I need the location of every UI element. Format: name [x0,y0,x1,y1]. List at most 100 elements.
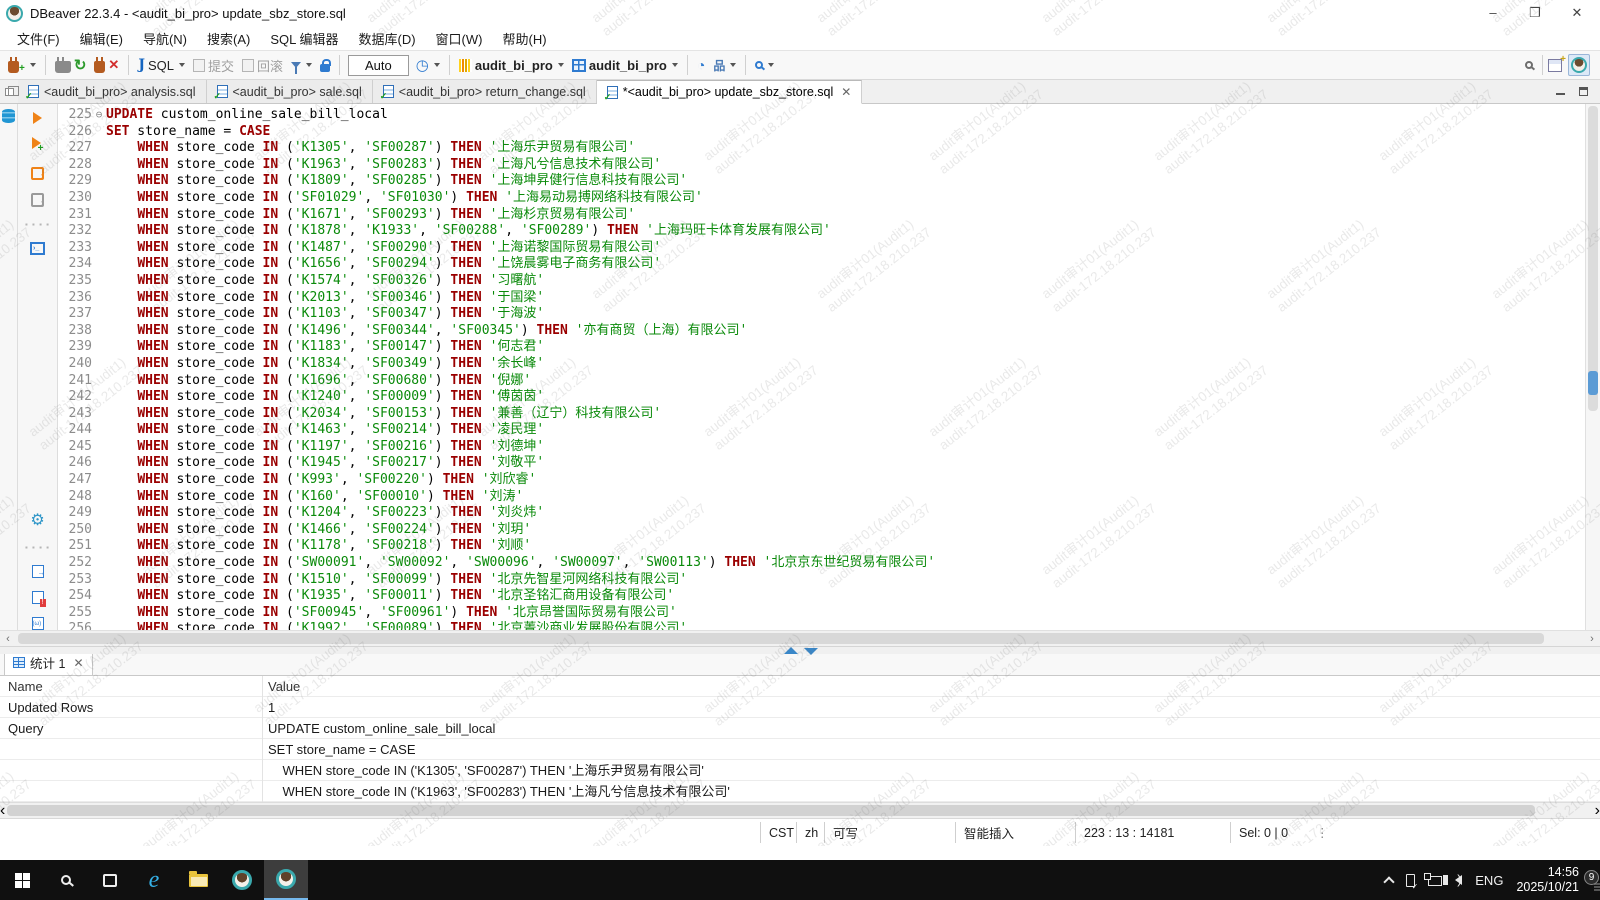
tab-close-icon[interactable]: ✕ [73,656,83,670]
sql-editor-button[interactable]: J SQL [134,54,189,76]
code-line[interactable]: 227 WHEN store_code IN ('K1305', 'SF0028… [58,140,1585,157]
dbeaver-taskbar-button[interactable] [220,860,264,900]
taskbar-clock[interactable]: 14:56 2025/10/21 [1516,865,1579,895]
close-button[interactable]: ✕ [1570,5,1584,21]
dbeaver-perspective-button[interactable] [1568,54,1590,76]
reconnect-button[interactable]: ↻ [70,53,91,77]
code-line[interactable]: 230 WHEN store_code IN ('SF01029', 'SF01… [58,190,1585,207]
lock-button[interactable] [316,56,334,75]
language-indicator[interactable]: ENG [1475,873,1503,888]
code-line[interactable]: 232 WHEN store_code IN ('K1878', 'K1933'… [58,223,1585,240]
code-line[interactable]: 253 WHEN store_code IN ('K1510', 'SF0009… [58,572,1585,589]
code-line[interactable]: 236 WHEN store_code IN ('K2013', 'SF0034… [58,290,1585,307]
menu-sql-editor[interactable]: SQL 编辑器 [261,26,347,51]
scroll-left-arrow[interactable]: ‹ [0,633,16,645]
script-error-icon[interactable] [32,591,44,604]
speaker-icon[interactable] [1455,875,1462,885]
code-line[interactable]: 255 WHEN store_code IN ('SF00945', 'SF00… [58,605,1585,622]
column-header-value[interactable]: Value [262,676,300,696]
dashboard-button[interactable]: ◔ [693,54,709,76]
export-script-icon[interactable] [32,565,44,578]
quick-access-search[interactable] [1521,58,1537,72]
usb-icon[interactable] [1406,874,1415,887]
sql-code-editor[interactable]: 225⊖UPDATE custom_online_sale_bill_local… [58,104,1585,630]
table-row[interactable]: WHEN store_code IN ('K1963', 'SF00283') … [0,781,1600,802]
console-icon[interactable]: ›_ [30,242,45,255]
minimize-button[interactable]: – [1486,5,1500,21]
code-line[interactable]: 240 WHEN store_code IN ('K1834', 'SF0034… [58,356,1585,373]
stats-horizontal-scrollbar[interactable]: ‹ › [0,802,1600,818]
table-row[interactable]: SET store_name = CASE [0,739,1600,760]
scroll-right-arrow[interactable]: › [1595,802,1600,820]
commit-button[interactable]: 提交 [189,53,238,78]
splitter-up-icon[interactable] [784,647,798,654]
code-line[interactable]: 249 WHEN store_code IN ('K1204', 'SF0022… [58,505,1585,522]
status-insert-mode[interactable]: 智能插入 [955,822,1075,843]
execute-new-tab-button[interactable]: + [32,137,44,154]
menu-file[interactable]: 文件(F) [8,26,69,51]
tab-close-icon[interactable]: ✕ [841,85,851,99]
code-line[interactable]: 242 WHEN store_code IN ('K1240', 'SF0000… [58,389,1585,406]
code-line[interactable]: 254 WHEN store_code IN ('K1935', 'SF0001… [58,588,1585,605]
menu-window[interactable]: 窗口(W) [427,26,492,51]
code-line[interactable]: 234 WHEN store_code IN ('K1656', 'SF0029… [58,256,1585,273]
panel-splitter[interactable] [0,646,1600,654]
table-row[interactable]: QueryUPDATE custom_online_sale_bill_loca… [0,718,1600,739]
code-line[interactable]: 239 WHEN store_code IN ('K1183', 'SF0014… [58,339,1585,356]
code-line[interactable]: 252 WHEN store_code IN ('SW00091', 'SW00… [58,555,1585,572]
code-line[interactable]: 235 WHEN store_code IN ('K1574', 'SF0032… [58,273,1585,290]
scroll-right-arrow[interactable]: › [1584,633,1600,645]
tab-update-sbz-store-sql[interactable]: *<audit_bi_pro> update_sbz_store.sql ✕ [597,80,863,104]
maximize-view-icon[interactable] [1579,87,1588,96]
code-line[interactable]: 256 WHEN store_code IN ('K1992', 'SF0008… [58,621,1585,630]
execute-statement-icon[interactable] [33,112,42,124]
disconnect-button[interactable]: ✕ [90,54,123,76]
new-connection-button[interactable]: + [4,54,40,77]
task-view-button[interactable] [88,860,132,900]
status-caret-position[interactable]: 223 : 13 : 14181 [1075,822,1230,843]
code-line[interactable]: 241 WHEN store_code IN ('K1696', 'SF0068… [58,373,1585,390]
connect-button[interactable] [51,55,70,76]
code-line[interactable]: 251 WHEN store_code IN ('K1178', 'SF0021… [58,538,1585,555]
status-writable[interactable]: 可写 [824,822,955,843]
code-line[interactable]: 248 WHEN store_code IN ('K160', 'SF00010… [58,489,1585,506]
explain-plan-icon[interactable] [31,193,44,206]
code-line[interactable]: 243 WHEN store_code IN ('K2034', 'SF0015… [58,406,1585,423]
maximize-button[interactable]: ❐ [1528,5,1542,21]
code-line[interactable]: 238 WHEN store_code IN ('K1496', 'SF0034… [58,323,1585,340]
dbeaver-taskbar-button-active[interactable] [264,860,308,900]
code-line[interactable]: 250 WHEN store_code IN ('K1466', 'SF0022… [58,522,1585,539]
execute-script-icon[interactable] [31,167,44,180]
status-overflow-icon[interactable]: ⋮ [1308,822,1328,843]
tab-analysis-sql[interactable]: <audit_bi_pro> analysis.sql [18,80,207,103]
minimize-view-icon[interactable] [1556,93,1565,96]
gear-icon[interactable]: ⚙ [30,510,44,530]
transaction-history-button[interactable]: ◷ [412,53,444,77]
menu-help[interactable]: 帮助(H) [493,26,555,51]
internet-explorer-button[interactable]: e [132,860,176,900]
database-selector[interactable]: audit_bi_pro [568,55,682,76]
connection-selector[interactable]: audit_bi_pro [455,55,568,76]
code-line[interactable]: 237 WHEN store_code IN ('K1103', 'SF0034… [58,306,1585,323]
code-line[interactable]: 244 WHEN store_code IN ('K1463', 'SF0021… [58,422,1585,439]
schema-compare-button[interactable]: 品 [709,54,740,77]
taskbar-search-button[interactable] [44,860,88,900]
transaction-log-button[interactable] [287,59,316,71]
code-line[interactable]: 228 WHEN store_code IN ('K1963', 'SF0028… [58,157,1585,174]
table-row[interactable]: Updated Rows1 [0,697,1600,718]
autocommit-combo[interactable]: Auto [348,55,409,76]
restore-pane-icon[interactable] [5,88,14,96]
code-line[interactable]: 247 WHEN store_code IN ('K993', 'SF00220… [58,472,1585,489]
code-line[interactable]: 233 WHEN store_code IN ('K1487', 'SF0029… [58,240,1585,257]
rollback-button[interactable]: 回滚 [238,53,287,78]
code-line[interactable]: 231 WHEN store_code IN ('K1671', 'SF0029… [58,207,1585,224]
code-line[interactable]: 226 SET store_name = CASE [58,124,1585,141]
splitter-down-icon[interactable] [804,648,818,655]
code-line[interactable]: 229 WHEN store_code IN ('K1809', 'SF0028… [58,173,1585,190]
database-navigator-icon[interactable] [2,109,15,123]
menu-database[interactable]: 数据库(D) [350,26,425,51]
code-line[interactable]: 245 WHEN store_code IN ('K1197', 'SF0021… [58,439,1585,456]
editor-horizontal-scrollbar[interactable]: ‹ › [0,630,1600,646]
column-header-name[interactable]: Name [0,676,262,696]
menu-search[interactable]: 搜索(A) [198,26,259,51]
